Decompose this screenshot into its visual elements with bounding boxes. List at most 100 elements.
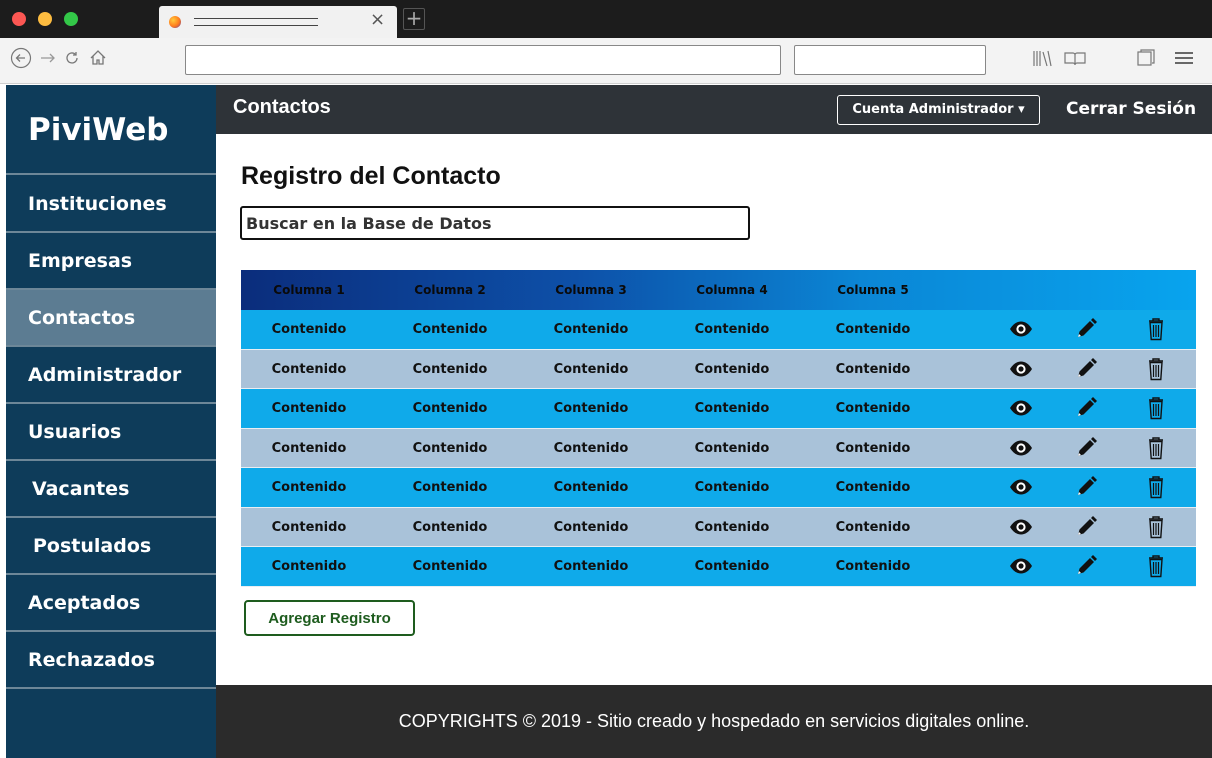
- maximize-window-button[interactable]: [64, 12, 78, 26]
- table-cell: Contenido: [835, 519, 911, 535]
- sidebar-toggle-icon[interactable]: [1135, 47, 1155, 76]
- sidebar-item-rechazados[interactable]: Rechazados: [6, 632, 216, 689]
- table-cell: Contenido: [553, 361, 629, 377]
- sidebar-item-empresas[interactable]: Empresas: [6, 233, 216, 290]
- table-cell: Contenido: [271, 480, 347, 495]
- table-cell: Contenido: [694, 559, 770, 574]
- sidebar: PiviWeb Instituciones Empresas Contactos Ad…: [6, 85, 216, 758]
- library-icon[interactable]: [1031, 47, 1053, 76]
- pencil-icon[interactable]: [1071, 314, 1101, 344]
- table-cell: Contenido: [553, 440, 629, 456]
- column-header[interactable]: Columna 5: [813, 283, 933, 297]
- table-cell: Contenido: [694, 401, 770, 416]
- trash-icon[interactable]: [1141, 354, 1171, 384]
- home-icon[interactable]: [88, 47, 108, 76]
- forward-icon[interactable]: [38, 47, 58, 76]
- search-input[interactable]: [240, 206, 750, 240]
- firefox-icon: [169, 16, 181, 28]
- account-dropdown-button[interactable]: Cuenta Administrador ▾: [837, 95, 1040, 125]
- sidebar-item-aceptados[interactable]: Aceptados: [6, 575, 216, 632]
- eye-icon[interactable]: [1006, 393, 1036, 423]
- sidebar-item-usuarios[interactable]: Usuarios: [6, 404, 216, 461]
- browser-navbar: [0, 38, 1212, 84]
- pencil-icon[interactable]: [1071, 433, 1101, 463]
- table-cell: Contenido: [835, 322, 911, 337]
- close-window-button[interactable]: [12, 12, 26, 26]
- table-cell: Contenido: [553, 322, 629, 337]
- reader-view-icon[interactable]: [1063, 47, 1087, 76]
- tab-close-icon[interactable]: ×: [370, 10, 385, 30]
- table-cell: Contenido: [412, 401, 488, 416]
- browser-tab[interactable]: ×: [159, 6, 397, 38]
- trash-icon[interactable]: [1141, 512, 1171, 542]
- table-cell: Contenido: [553, 480, 629, 495]
- trash-icon[interactable]: [1141, 472, 1171, 502]
- column-header[interactable]: Columna 3: [531, 283, 651, 297]
- pencil-icon[interactable]: [1071, 512, 1101, 542]
- table-row: Contenido Contenido Contenido Contenido Cont…: [241, 507, 1196, 547]
- table-cell: Contenido: [271, 440, 347, 456]
- pencil-icon[interactable]: [1071, 551, 1101, 581]
- table-cell: Contenido: [412, 361, 488, 377]
- eye-icon[interactable]: [1006, 354, 1036, 384]
- table-row: Contenido Contenido Contenido Contenido Cont…: [241, 310, 1196, 350]
- table-cell: Contenido: [553, 401, 629, 416]
- pencil-icon[interactable]: [1071, 354, 1101, 384]
- sidebar-item-administrador[interactable]: Administrador: [6, 347, 216, 404]
- eye-icon[interactable]: [1006, 472, 1036, 502]
- browser-search-bar[interactable]: [794, 45, 986, 75]
- column-header[interactable]: Columna 4: [672, 283, 792, 297]
- table-cell: Contenido: [835, 480, 911, 495]
- table-row: Contenido Contenido Contenido Contenido Cont…: [241, 547, 1196, 587]
- table-row: Contenido Contenido Contenido Contenido Cont…: [241, 349, 1196, 389]
- trash-icon[interactable]: [1141, 314, 1171, 344]
- brand-logo[interactable]: PiviWeb: [6, 85, 216, 175]
- table-cell: Contenido: [412, 440, 488, 456]
- hamburger-menu-icon[interactable]: [1172, 47, 1196, 76]
- trash-icon[interactable]: [1141, 393, 1171, 423]
- eye-icon[interactable]: [1006, 512, 1036, 542]
- trash-icon[interactable]: [1141, 433, 1171, 463]
- new-tab-button[interactable]: +: [403, 8, 425, 30]
- minimize-window-button[interactable]: [38, 12, 52, 26]
- table-cell: Contenido: [835, 361, 911, 377]
- table-cell: Contenido: [835, 559, 911, 574]
- eye-icon[interactable]: [1006, 314, 1036, 344]
- table-cell: Contenido: [412, 519, 488, 535]
- trash-icon[interactable]: [1141, 551, 1171, 581]
- table-cell: Contenido: [694, 440, 770, 456]
- table-cell: Contenido: [694, 322, 770, 337]
- table-cell: Contenido: [835, 440, 911, 456]
- pencil-icon[interactable]: [1071, 472, 1101, 502]
- contacts-table: Columna 1 Columna 2 Columna 3 Columna 4 Colu…: [241, 270, 1196, 587]
- reload-icon[interactable]: [62, 47, 82, 76]
- sidebar-item-instituciones[interactable]: Instituciones: [6, 176, 216, 233]
- sidebar-item-vacantes[interactable]: Vacantes: [6, 461, 216, 518]
- column-header[interactable]: Columna 1: [249, 283, 369, 297]
- sidebar-item-postulados[interactable]: Postulados: [6, 518, 216, 575]
- eye-icon[interactable]: [1006, 551, 1036, 581]
- table-cell: Contenido: [694, 361, 770, 377]
- add-record-button[interactable]: Agregar Registro: [244, 600, 415, 636]
- sidebar-item-contactos[interactable]: Contactos: [6, 290, 216, 347]
- table-cell: Contenido: [271, 519, 347, 535]
- back-icon[interactable]: [10, 47, 32, 76]
- table-cell: Contenido: [271, 559, 347, 574]
- column-header[interactable]: Columna 2: [390, 283, 510, 297]
- table-cell: Contenido: [694, 519, 770, 535]
- tab-title-placeholder: [194, 18, 318, 19]
- table-cell: Contenido: [835, 401, 911, 416]
- url-bar[interactable]: [185, 45, 781, 75]
- table-cell: Contenido: [271, 401, 347, 416]
- browser-titlebar: × +: [0, 0, 1212, 38]
- table-row: Contenido Contenido Contenido Contenido Cont…: [241, 428, 1196, 468]
- pencil-icon[interactable]: [1071, 393, 1101, 423]
- page-title: Registro del Contacto: [241, 162, 501, 190]
- table-cell: Contenido: [694, 480, 770, 495]
- eye-icon[interactable]: [1006, 433, 1036, 463]
- table-row: Contenido Contenido Contenido Contenido Cont…: [241, 468, 1196, 508]
- logout-link[interactable]: Cerrar Sesión: [1066, 99, 1196, 119]
- table-cell: Contenido: [271, 361, 347, 377]
- top-header: Contactos Cuenta Administrador ▾ Cerrar …: [216, 85, 1212, 134]
- table-cell: Contenido: [412, 322, 488, 337]
